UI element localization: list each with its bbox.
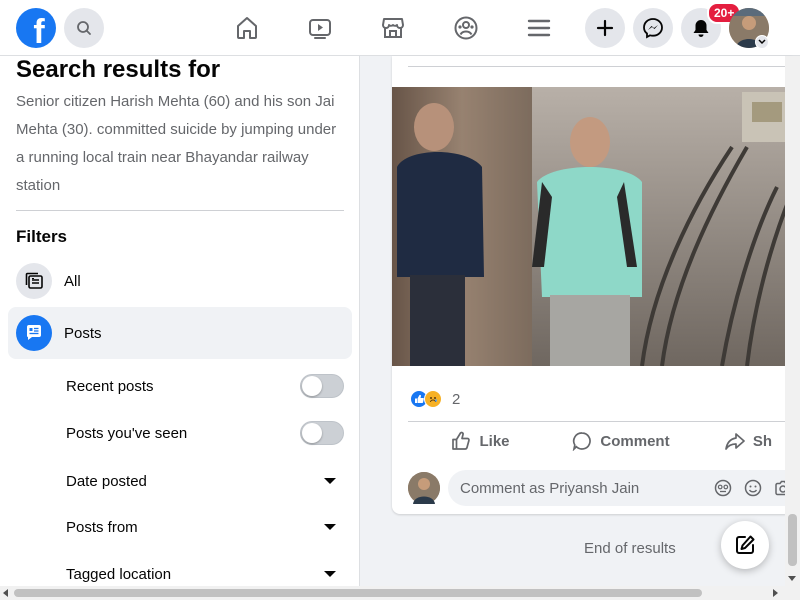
date-posted-label: Date posted (66, 472, 147, 490)
recent-posts-label: Recent posts (66, 377, 154, 395)
scroll-left-arrow[interactable] (3, 589, 8, 597)
post-actions-bar: Like Comment Sh (408, 424, 792, 458)
messenger-button[interactable] (633, 8, 673, 48)
home-icon (237, 17, 257, 39)
messenger-icon (643, 18, 663, 39)
logo-letter: f (33, 13, 45, 48)
comment-composer: Comment as Priyansh Jain (408, 470, 792, 506)
posts-seen-option: Posts you've seen (66, 421, 344, 445)
posts-from-dropdown[interactable]: Posts from (66, 515, 344, 539)
chevron-down-icon (758, 39, 766, 45)
commenter-avatar[interactable] (408, 472, 440, 504)
recent-posts-toggle[interactable] (300, 374, 344, 398)
posts-from-label: Posts from (66, 518, 138, 536)
nav-home[interactable] (227, 8, 267, 48)
thumbs-up-icon (452, 431, 471, 450)
panel-divider (16, 210, 344, 211)
post-photo[interactable] (392, 87, 792, 366)
emoji-icon[interactable] (744, 479, 762, 497)
marketplace-icon (382, 18, 404, 38)
share-label: Sh (752, 432, 773, 450)
avatar-sticker-icon[interactable] (714, 479, 732, 497)
filters-heading: Filters (16, 227, 68, 246)
share-icon (725, 433, 745, 450)
posts-seen-toggle[interactable] (300, 421, 344, 445)
reactions-summary[interactable]: 2 (410, 390, 460, 408)
comment-tools (714, 479, 792, 497)
nav-menu[interactable] (519, 8, 559, 48)
scroll-down-arrow[interactable] (788, 576, 796, 581)
top-navigation-bar: f 20+ (0, 0, 800, 56)
facebook-logo[interactable]: f (16, 8, 56, 48)
tagged-location-dropdown[interactable]: Tagged location (66, 562, 344, 586)
filter-posts-label: Posts (64, 324, 102, 342)
create-button[interactable] (585, 8, 625, 48)
sad-reaction-icon (424, 390, 442, 408)
post-divider (408, 66, 788, 67)
account-menu-caret[interactable] (755, 35, 769, 49)
caret-down-icon (324, 571, 336, 577)
tagged-location-label: Tagged location (66, 565, 172, 583)
caret-down-icon (324, 524, 336, 530)
end-of-results-text: End of results (584, 540, 676, 557)
groups-icon (454, 16, 478, 40)
scroll-right-arrow[interactable] (773, 589, 778, 597)
comment-label: Comment (600, 432, 670, 450)
all-results-icon (16, 263, 52, 299)
cctv-photo (392, 87, 792, 366)
compose-icon (736, 535, 755, 554)
post-card: 2 Like Comment Sh Comment as Priyansh Ja… (392, 56, 792, 514)
reaction-count: 2 (452, 390, 461, 408)
nav-marketplace[interactable] (373, 8, 413, 48)
date-posted-dropdown[interactable]: Date posted (66, 469, 344, 493)
filter-posts[interactable]: Posts (8, 307, 352, 359)
comment-button[interactable]: Comment (553, 424, 689, 458)
like-button[interactable]: Like (408, 424, 553, 458)
search-query-text: Senior citizen Harish Mehta (60) and his… (16, 93, 337, 194)
watch-icon (309, 19, 331, 39)
caret-down-icon (324, 478, 336, 484)
nav-watch[interactable] (300, 8, 340, 48)
search-filters-panel: Search results for Senior citizen Harish… (0, 56, 360, 586)
vertical-scroll-thumb[interactable] (788, 514, 797, 566)
posts-seen-label: Posts you've seen (66, 424, 188, 442)
profile-photo (408, 472, 440, 504)
menu-icon (527, 19, 551, 37)
plus-icon (596, 19, 614, 37)
search-icon (77, 21, 91, 35)
search-results-title: Search results for (16, 56, 221, 83)
comment-icon (573, 432, 592, 451)
horizontal-scrollbar[interactable] (0, 586, 800, 600)
vertical-scrollbar[interactable] (785, 56, 800, 586)
posts-icon (16, 315, 52, 351)
share-button[interactable]: Sh (689, 424, 792, 458)
actions-divider (408, 421, 792, 422)
bell-icon (693, 20, 709, 37)
new-message-button[interactable] (721, 521, 769, 569)
like-label: Like (479, 432, 510, 450)
filter-all[interactable]: All (8, 255, 352, 307)
search-button[interactable] (64, 8, 104, 48)
horizontal-scroll-thumb[interactable] (14, 589, 702, 597)
filter-all-label: All (64, 272, 81, 290)
comment-placeholder: Comment as Priyansh Jain (460, 479, 640, 497)
recent-posts-option: Recent posts (66, 374, 344, 398)
nav-groups[interactable] (446, 8, 486, 48)
